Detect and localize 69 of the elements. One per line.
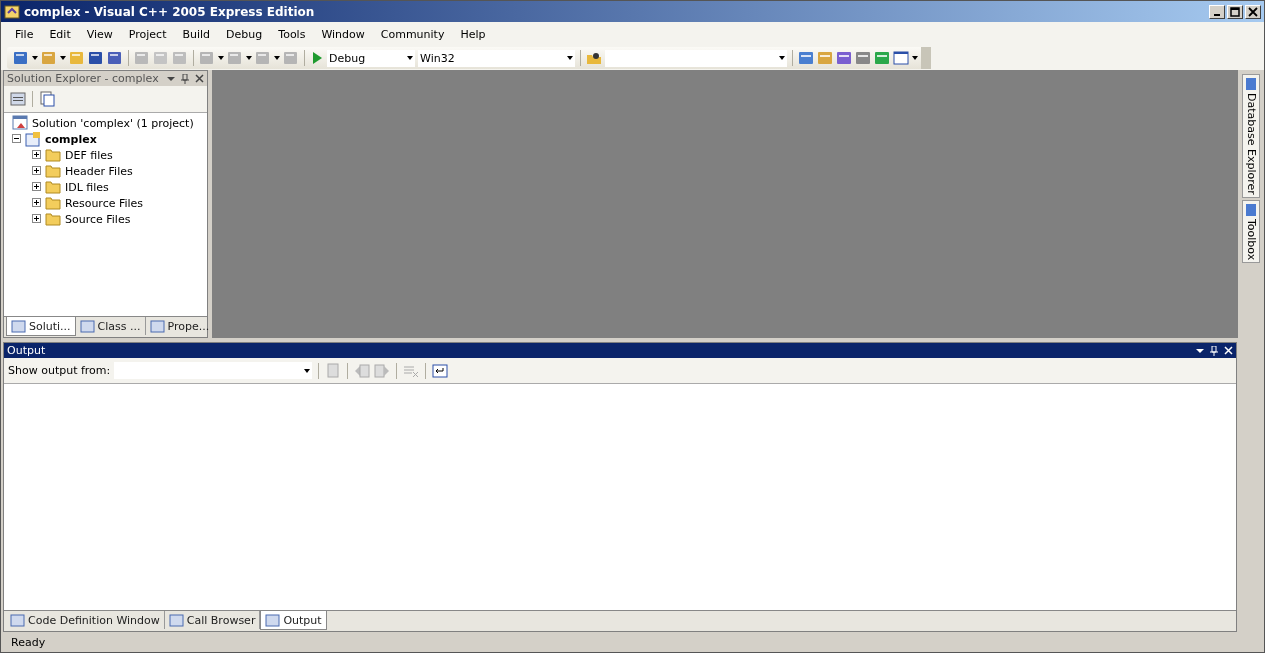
tab-icon xyxy=(168,613,185,627)
tree-item[interactable]: Resource Files xyxy=(65,196,144,210)
tab-icon xyxy=(1244,202,1258,217)
menu-item[interactable]: File xyxy=(7,27,42,41)
minimize-button[interactable] xyxy=(1209,4,1225,19)
panel-title: Solution Explorer - complex xyxy=(7,72,159,85)
command-window-icon[interactable] xyxy=(893,50,909,66)
dropdown-icon[interactable] xyxy=(1196,347,1204,354)
menu-item[interactable]: Debug xyxy=(218,27,271,41)
tree-item[interactable]: DEF files xyxy=(65,148,113,162)
side-tab[interactable]: Toolbox xyxy=(1242,199,1260,264)
window-title: complex - Visual C++ 2005 Express Edition xyxy=(24,4,315,19)
panel-tab[interactable]: Call Browser xyxy=(164,611,261,629)
side-tab-label: Database Explorer xyxy=(1244,93,1258,195)
platform-dropdown[interactable]: Win32 xyxy=(418,49,575,67)
tab-icon xyxy=(265,613,282,627)
project-icon xyxy=(25,131,41,147)
tree-item[interactable]: IDL files xyxy=(65,180,109,194)
status-text: Ready xyxy=(11,635,46,649)
close-button[interactable] xyxy=(1245,4,1261,19)
caret-icon[interactable] xyxy=(218,56,224,60)
menu-item[interactable]: Help xyxy=(452,27,494,41)
side-tab-label: Toolbox xyxy=(1244,218,1258,261)
expand-icon[interactable] xyxy=(32,196,41,210)
show-all-files-icon[interactable] xyxy=(39,91,55,107)
tree-item[interactable]: complex xyxy=(45,132,97,146)
app-icon xyxy=(4,3,20,20)
dropdown-icon[interactable] xyxy=(167,75,175,82)
configuration-dropdown[interactable]: Debug xyxy=(327,49,415,67)
expand-icon[interactable] xyxy=(32,180,41,194)
menu-item[interactable]: Build xyxy=(174,27,219,41)
menu-item[interactable]: Tools xyxy=(270,27,314,41)
panel-title: Output xyxy=(7,344,46,357)
tab-icon xyxy=(149,319,166,333)
menu-item[interactable]: Edit xyxy=(41,27,79,41)
tab-icon xyxy=(11,319,27,333)
tab-icon xyxy=(1244,77,1258,91)
expand-icon[interactable] xyxy=(32,212,41,226)
panel-tab[interactable]: Soluti... xyxy=(6,317,76,336)
tree-item[interactable]: Solution 'complex' (1 project) xyxy=(32,116,194,130)
caret-icon[interactable] xyxy=(32,56,38,60)
expand-icon[interactable] xyxy=(32,148,41,162)
caret-icon[interactable] xyxy=(274,56,280,60)
pin-icon[interactable] xyxy=(181,73,189,84)
word-wrap-icon[interactable] xyxy=(432,362,449,379)
panel-tab[interactable]: Class ... xyxy=(75,317,146,335)
caret-icon[interactable] xyxy=(60,56,66,60)
maximize-button[interactable] xyxy=(1227,4,1243,19)
tab-icon xyxy=(10,613,26,627)
caret-icon[interactable] xyxy=(246,56,252,60)
expand-icon[interactable] xyxy=(32,164,41,178)
maximize-icon xyxy=(1230,6,1240,17)
solution-icon xyxy=(12,115,28,131)
tree-item[interactable]: Source Files xyxy=(65,212,131,226)
close-icon xyxy=(1248,6,1258,17)
collapse-icon[interactable] xyxy=(12,132,21,146)
close-icon[interactable] xyxy=(195,74,204,83)
side-tab[interactable]: Database Explorer xyxy=(1242,74,1260,198)
menu-item[interactable]: View xyxy=(78,27,121,41)
tab-icon xyxy=(79,319,96,333)
menu-item[interactable]: Community xyxy=(372,27,453,41)
menu-item[interactable]: Window xyxy=(313,27,373,41)
minimize-icon xyxy=(1214,13,1220,16)
panel-tab[interactable]: Output xyxy=(260,611,327,630)
panel-tab[interactable]: Code Definition Window xyxy=(6,611,165,629)
show-output-label: Show output from: xyxy=(8,364,111,377)
start-debugging-icon[interactable] xyxy=(310,50,324,66)
menu-item[interactable]: Project xyxy=(120,27,175,41)
tree-item[interactable]: Header Files xyxy=(65,164,133,178)
